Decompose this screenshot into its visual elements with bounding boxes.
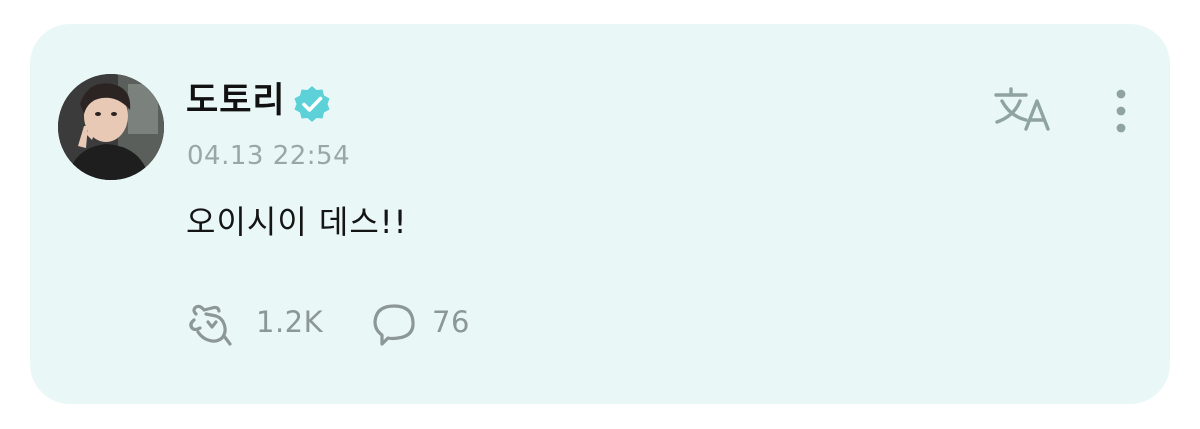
translate-icon[interactable] (992, 86, 1054, 132)
comment-bubble-icon (373, 304, 415, 346)
like-button[interactable]: 1.2K (186, 298, 346, 348)
cheer-hand-icon (189, 304, 232, 346)
comment-count: 76 (432, 305, 470, 339)
author-name[interactable]: 도토리 (186, 80, 286, 122)
post-content: 오이시이 데스!! (186, 203, 408, 241)
like-count: 1.2K (256, 305, 324, 339)
comment-button[interactable]: 76 (370, 298, 500, 348)
more-vertical-icon[interactable] (1106, 88, 1136, 136)
post-card[interactable]: 도토리 04.13 22:54 오이시이 데스!! 1.2K 76 (30, 24, 1170, 404)
author-avatar[interactable] (58, 74, 164, 180)
post-timestamp: 04.13 22:54 (187, 141, 351, 171)
verified-badge-icon (294, 86, 330, 122)
